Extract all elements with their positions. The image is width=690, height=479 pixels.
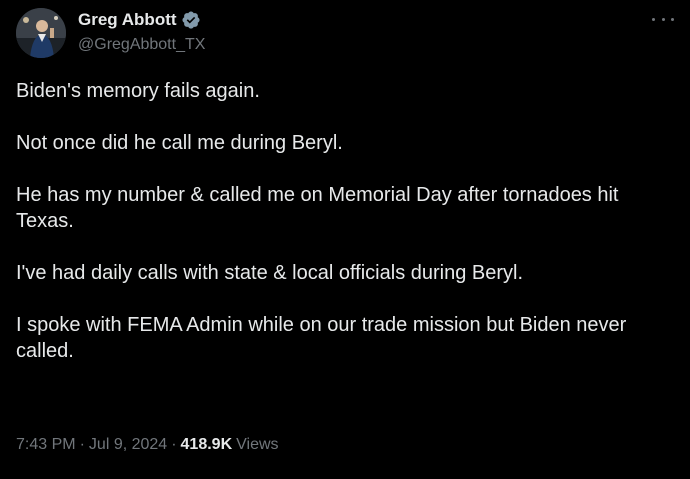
- post-text: Biden's memory fails again. Not once did…: [16, 78, 676, 390]
- name-row: Greg Abbott: [78, 9, 205, 31]
- post-time[interactable]: 7:43 PM: [16, 436, 76, 454]
- post-meta: 7:43 PM · Jul 9, 2024 · 418.9K Views: [16, 436, 279, 454]
- post-paragraph: I spoke with FEMA Admin while on our tra…: [16, 314, 627, 362]
- author-block: Greg Abbott @GregAbbott_TX: [78, 9, 205, 54]
- tweet: Greg Abbott @GregAbbott_TX Biden's memor…: [0, 0, 690, 479]
- avatar[interactable]: [16, 8, 66, 58]
- handle[interactable]: @GregAbbott_TX: [78, 36, 205, 54]
- post-paragraph: Biden's memory fails again.: [16, 80, 260, 102]
- display-name[interactable]: Greg Abbott: [78, 10, 177, 30]
- more-horizontal-icon[interactable]: [652, 10, 674, 28]
- verified-badge-icon: [181, 10, 201, 30]
- views-count[interactable]: 418.9K: [181, 436, 233, 454]
- views-label: Views: [236, 436, 279, 453]
- avatar-image: [16, 8, 66, 58]
- post-date[interactable]: Jul 9, 2024: [89, 436, 167, 454]
- meta-separator: ·: [171, 436, 177, 453]
- post-paragraph: He has my number & called me on Memorial…: [16, 184, 619, 232]
- meta-separator: ·: [79, 436, 85, 453]
- post-paragraph: I've had daily calls with state & local …: [16, 262, 524, 284]
- post-paragraph: Not once did he call me during Beryl.: [16, 132, 343, 154]
